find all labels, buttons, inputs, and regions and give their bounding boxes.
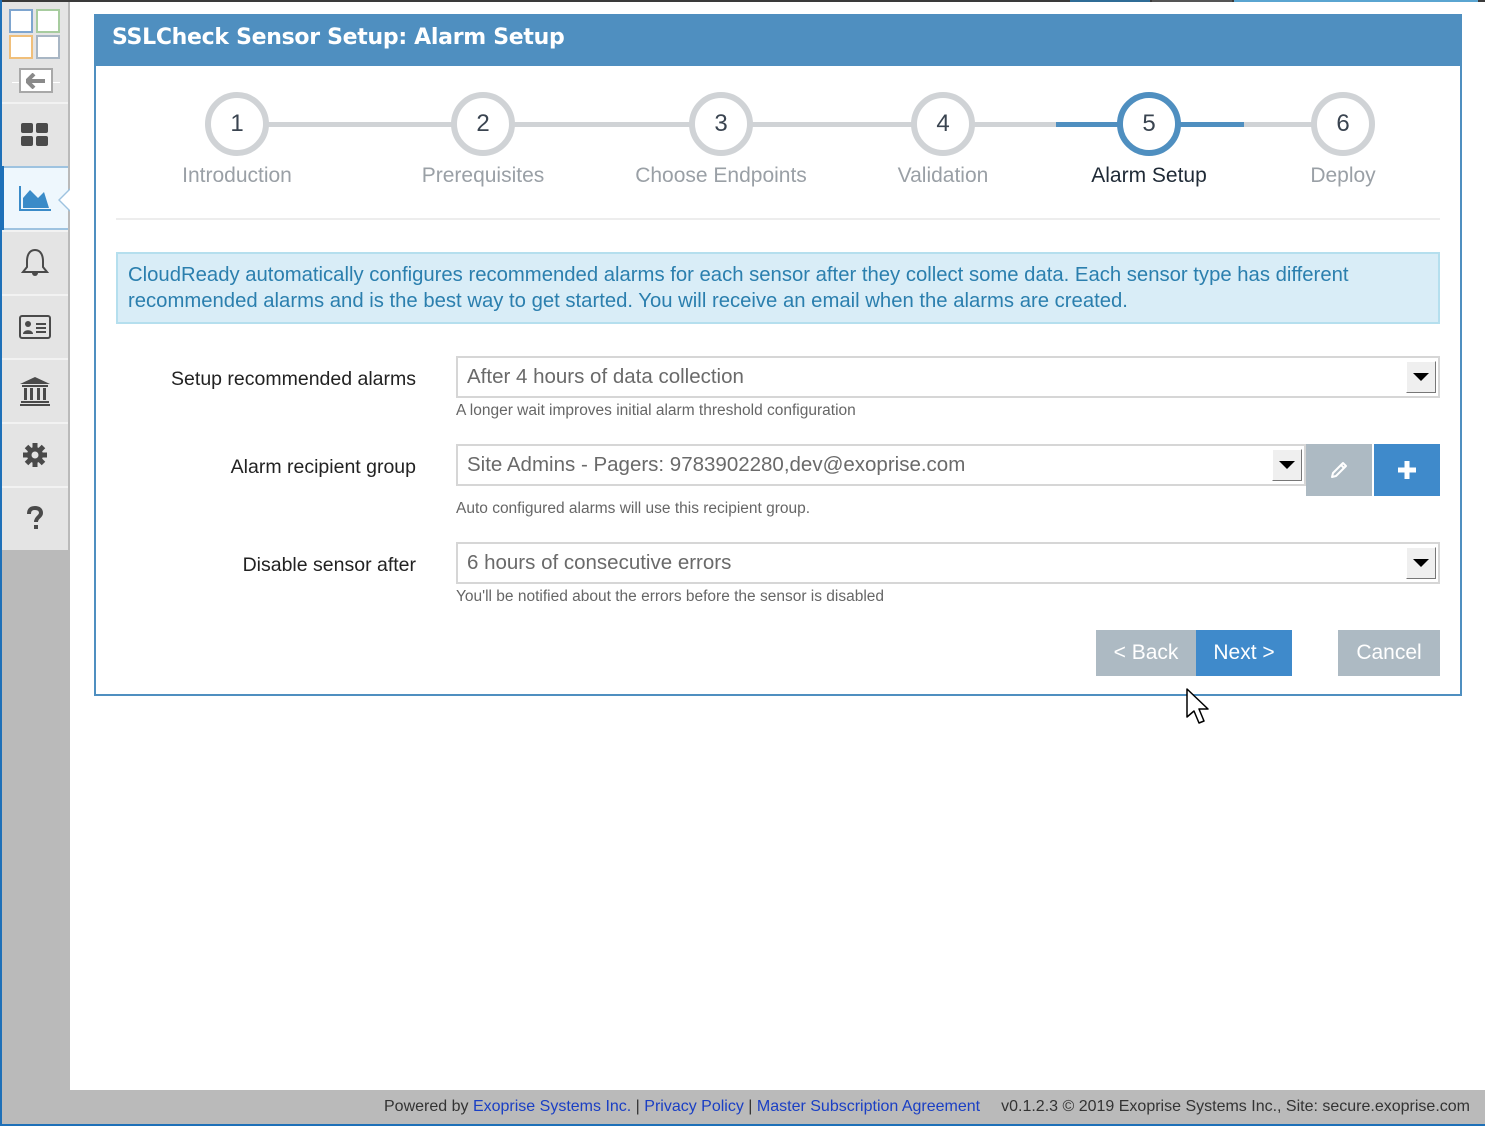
plus-icon bbox=[1398, 461, 1416, 479]
step-label: Validation bbox=[897, 164, 989, 187]
privacy-policy-link[interactable]: Privacy Policy bbox=[644, 1098, 744, 1115]
collapse-row bbox=[2, 64, 68, 102]
separator: | bbox=[743, 1098, 757, 1115]
powered-by-text: Powered by bbox=[384, 1098, 469, 1115]
edit-recipient-group-button[interactable] bbox=[1306, 444, 1372, 496]
back-button[interactable]: < Back bbox=[1096, 630, 1196, 676]
panel-header: SSLCheck Sensor Setup: Alarm Setup bbox=[94, 14, 1462, 66]
sidebar-item-dashboard[interactable] bbox=[2, 102, 68, 166]
sidebar bbox=[0, 2, 70, 1124]
disable-sensor-help: You'll be notified about the errors befo… bbox=[456, 588, 885, 605]
tab-indicator bbox=[1234, 0, 1478, 2]
wizard-step-deploy[interactable]: 6 Deploy bbox=[1223, 92, 1463, 188]
bank-icon bbox=[20, 377, 50, 406]
sidebar-nav bbox=[0, 2, 70, 550]
footer-links: Powered by Exoprise Systems Inc. | Priva… bbox=[384, 1098, 980, 1116]
step-number: 4 bbox=[911, 92, 975, 156]
setup-alarms-label: Setup recommended alarms bbox=[171, 368, 416, 390]
tab-indicator bbox=[1152, 0, 1232, 2]
top-strip bbox=[0, 0, 1485, 2]
next-button[interactable]: Next > bbox=[1196, 630, 1292, 676]
select-value: After 4 hours of data collection bbox=[467, 365, 744, 388]
sidebar-item-settings[interactable] bbox=[2, 422, 68, 486]
step-number: 5 bbox=[1117, 92, 1181, 156]
step-label: Introduction bbox=[182, 164, 292, 187]
setup-alarms-select[interactable]: After 4 hours of data collection bbox=[456, 356, 1440, 398]
question-icon bbox=[27, 506, 44, 529]
step-number: 6 bbox=[1311, 92, 1375, 156]
pencil-icon bbox=[1331, 462, 1347, 478]
gear-icon bbox=[23, 443, 47, 467]
recipient-group-help: Auto configured alarms will use this rec… bbox=[456, 500, 811, 517]
id-card-icon bbox=[19, 315, 51, 339]
step-number: 2 bbox=[451, 92, 515, 156]
collapse-sidebar-button[interactable] bbox=[19, 68, 53, 93]
disable-sensor-label: Disable sensor after bbox=[242, 554, 416, 576]
setup-alarms-help: A longer wait improves initial alarm thr… bbox=[456, 402, 856, 419]
step-number: 3 bbox=[689, 92, 753, 156]
company-link[interactable]: Exoprise Systems Inc. bbox=[473, 1098, 631, 1115]
recipient-group-label: Alarm recipient group bbox=[230, 456, 416, 478]
mouse-pointer-icon bbox=[1186, 688, 1209, 724]
area-chart-icon bbox=[19, 186, 51, 211]
wizard-step-choose-endpoints[interactable]: 3 Choose Endpoints bbox=[601, 92, 841, 188]
wizard-panel: SSLCheck Sensor Setup: Alarm Setup 1 Int… bbox=[94, 14, 1462, 696]
bell-icon bbox=[21, 248, 49, 276]
step-number: 1 bbox=[205, 92, 269, 156]
chevron-down-icon[interactable] bbox=[1406, 361, 1436, 393]
sidebar-item-sensors[interactable] bbox=[0, 166, 70, 230]
wizard-step-prerequisites[interactable]: 2 Prerequisites bbox=[363, 92, 603, 188]
recipient-group-select[interactable]: Site Admins - Pagers: 9783902280,dev@exo… bbox=[456, 444, 1306, 486]
tab-indicator bbox=[1070, 0, 1150, 2]
chevron-down-icon[interactable] bbox=[1272, 449, 1302, 481]
grid-icon bbox=[21, 123, 48, 146]
wizard-step-introduction[interactable]: 1 Introduction bbox=[117, 92, 357, 188]
sidebar-item-help[interactable] bbox=[2, 486, 68, 550]
exoprise-logo-icon[interactable] bbox=[2, 2, 68, 64]
sidebar-item-organization[interactable] bbox=[2, 358, 68, 422]
sidebar-item-alarms[interactable] bbox=[2, 230, 68, 294]
wizard-step-validation[interactable]: 4 Validation bbox=[823, 92, 1063, 188]
step-label: Deploy bbox=[1310, 164, 1376, 187]
page-title: SSLCheck Sensor Setup: Alarm Setup bbox=[112, 25, 565, 50]
active-pointer bbox=[58, 188, 70, 212]
disable-sensor-select[interactable]: 6 hours of consecutive errors bbox=[456, 542, 1440, 584]
cancel-button[interactable]: Cancel bbox=[1338, 630, 1440, 676]
step-label: Prerequisites bbox=[421, 164, 545, 187]
version-info: v0.1.2.3 © 2019 Exoprise Systems Inc., S… bbox=[1001, 1098, 1470, 1115]
step-label: Choose Endpoints bbox=[635, 164, 807, 187]
separator: | bbox=[631, 1098, 645, 1115]
divider bbox=[116, 218, 1440, 220]
select-value: 6 hours of consecutive errors bbox=[467, 551, 732, 574]
add-recipient-group-button[interactable] bbox=[1374, 444, 1440, 496]
select-value: Site Admins - Pagers: 9783902280,dev@exo… bbox=[467, 453, 966, 476]
chevron-down-icon[interactable] bbox=[1406, 547, 1436, 579]
sidebar-item-contacts[interactable] bbox=[2, 294, 68, 358]
footer: Powered by Exoprise Systems Inc. | Priva… bbox=[70, 1090, 1485, 1124]
master-subscription-agreement-link[interactable]: Master Subscription Agreement bbox=[757, 1098, 980, 1115]
arrow-left-icon bbox=[26, 72, 45, 89]
wizard-stepper: 1 Introduction 2 Prerequisites 3 Choose … bbox=[116, 92, 1440, 202]
info-alert: CloudReady automatically configures reco… bbox=[116, 252, 1440, 324]
